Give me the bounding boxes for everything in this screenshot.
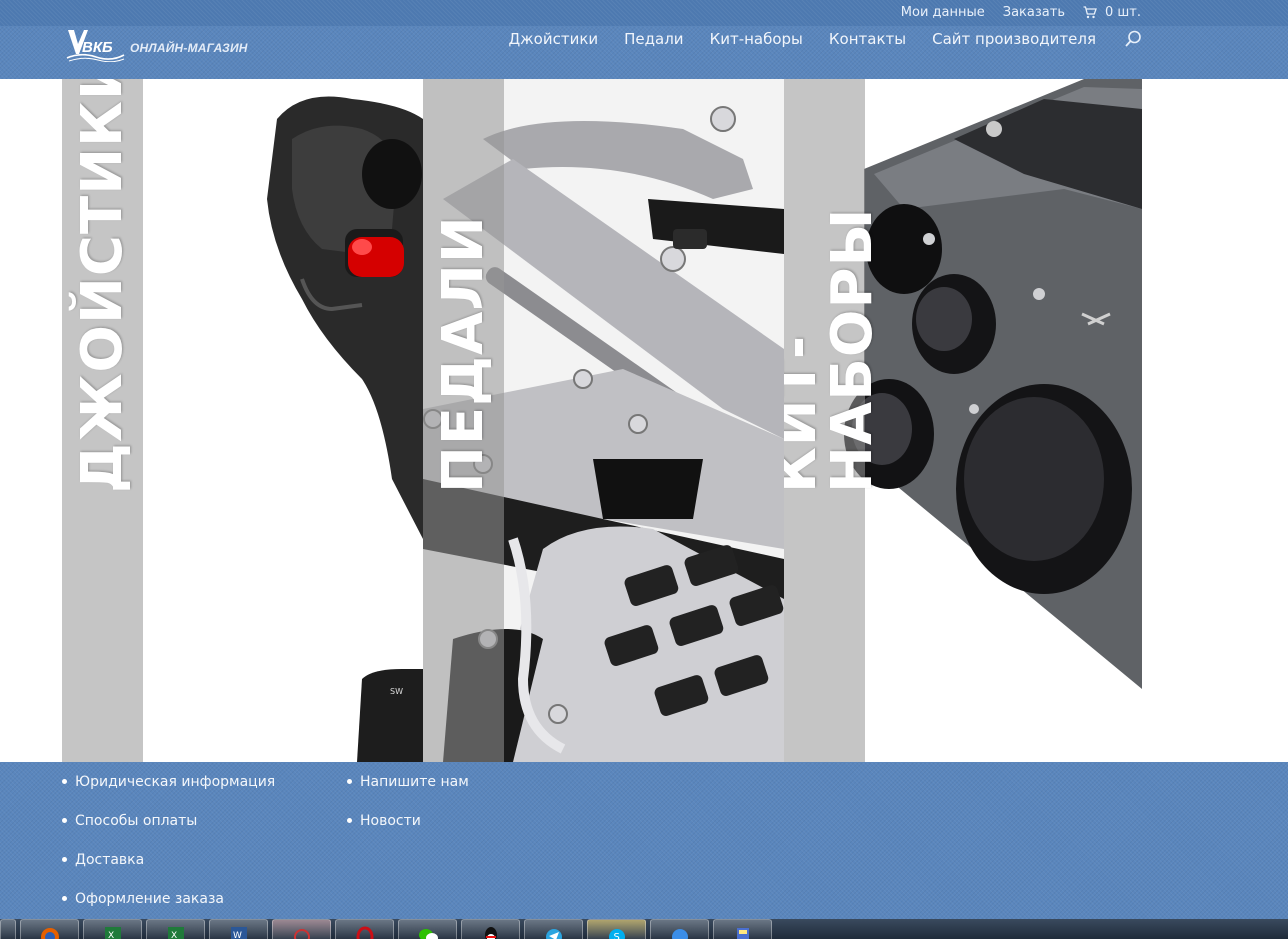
word-icon: W (230, 927, 247, 939)
taskbar-app-3[interactable] (713, 919, 772, 939)
site-footer: Юридическая информация Способы оплаты До… (0, 762, 1288, 919)
taskbar-opera[interactable] (335, 919, 394, 939)
excel-icon: X (167, 927, 184, 939)
hero-banners: SW ДЖОЙСТИКИ ПЕДАЛИ КИТ-НАБОРЫ (62, 79, 1142, 762)
vkb-logo-icon: ВКБ (66, 30, 125, 62)
search-icon[interactable] (1124, 30, 1142, 48)
telegram-icon (545, 929, 562, 939)
taskbar-qq[interactable] (461, 919, 520, 939)
wechat-icon (418, 929, 438, 939)
firefox-icon (40, 928, 59, 939)
kits-banner-label: КИТ-НАБОРЫ (784, 207, 885, 493)
taskbar-app[interactable] (272, 919, 331, 939)
svg-text:X: X (171, 931, 177, 939)
taskbar-word[interactable]: W (209, 919, 268, 939)
cart-count: 0 шт. (1104, 5, 1141, 20)
main-navigation: Джойстики Педали Кит-наборы Контакты Сай… (508, 30, 1142, 48)
footer-link-delivery[interactable]: Доставка (62, 840, 275, 879)
site-logo[interactable]: ВКБ ОНЛАЙН-МАГАЗИН (66, 28, 248, 62)
nav-pedals[interactable]: Педали (624, 30, 683, 48)
app-icon (671, 929, 688, 939)
taskbar-firefox[interactable] (20, 919, 79, 939)
cart-link[interactable]: 0 шт. (1083, 5, 1141, 20)
app-icon (293, 929, 310, 939)
skype-icon: S (608, 929, 625, 939)
footer-link-ordering[interactable]: Оформление заказа (62, 879, 275, 918)
footer-links-column-1: Юридическая информация Способы оплаты До… (62, 762, 275, 918)
my-account-link[interactable]: Мои данные (901, 5, 985, 20)
taskbar-excel[interactable]: X (83, 919, 142, 939)
footer-link-news[interactable]: Новости (347, 801, 469, 840)
svg-text:X: X (108, 931, 114, 939)
joysticks-banner[interactable]: SW ДЖОЙСТИКИ (62, 79, 423, 762)
pedals-banner-label: ПЕДАЛИ (430, 215, 496, 493)
joysticks-banner-label: ДЖОЙСТИКИ (69, 79, 135, 493)
nav-joysticks[interactable]: Джойстики (508, 30, 598, 48)
nav-contacts[interactable]: Контакты (829, 30, 906, 48)
taskbar-excel-2[interactable]: X (146, 919, 205, 939)
pedals-banner[interactable]: ПЕДАЛИ (423, 79, 784, 762)
taskbar-wechat[interactable] (398, 919, 457, 939)
taskbar-telegram[interactable] (524, 919, 583, 939)
os-taskbar: X X W S (0, 919, 1288, 939)
site-header: Мои данные Заказать 0 шт. ВКБ ОНЛАЙН-МАГ… (0, 0, 1288, 79)
top-links: Мои данные Заказать 0 шт. (901, 5, 1141, 20)
footer-link-legal[interactable]: Юридическая информация (62, 762, 275, 801)
svg-text:ВКБ: ВКБ (82, 39, 113, 56)
order-link[interactable]: Заказать (1003, 5, 1065, 20)
logo-caption: ОНЛАЙН-МАГАЗИН (130, 41, 248, 55)
excel-icon: X (104, 927, 121, 939)
nav-manufacturer-site[interactable]: Сайт производителя (932, 30, 1096, 48)
cart-icon (1083, 6, 1097, 19)
app-icon (736, 928, 749, 939)
taskbar-app-2[interactable] (650, 919, 709, 939)
footer-links-column-2: Напишите нам Новости (347, 762, 469, 840)
qq-icon (484, 927, 497, 939)
svg-text:SW: SW (390, 687, 403, 696)
opera-icon (356, 926, 373, 939)
nav-kits[interactable]: Кит-наборы (710, 30, 803, 48)
taskbar-start-button[interactable] (0, 919, 16, 939)
kits-banner[interactable]: КИТ-НАБОРЫ (784, 79, 1142, 762)
footer-link-payment[interactable]: Способы оплаты (62, 801, 275, 840)
svg-text:W: W (233, 931, 242, 939)
top-bar: Мои данные Заказать 0 шт. (0, 0, 1288, 26)
footer-link-contact-us[interactable]: Напишите нам (347, 762, 469, 801)
svg-text:S: S (613, 932, 619, 939)
taskbar-skype[interactable]: S (587, 919, 646, 939)
